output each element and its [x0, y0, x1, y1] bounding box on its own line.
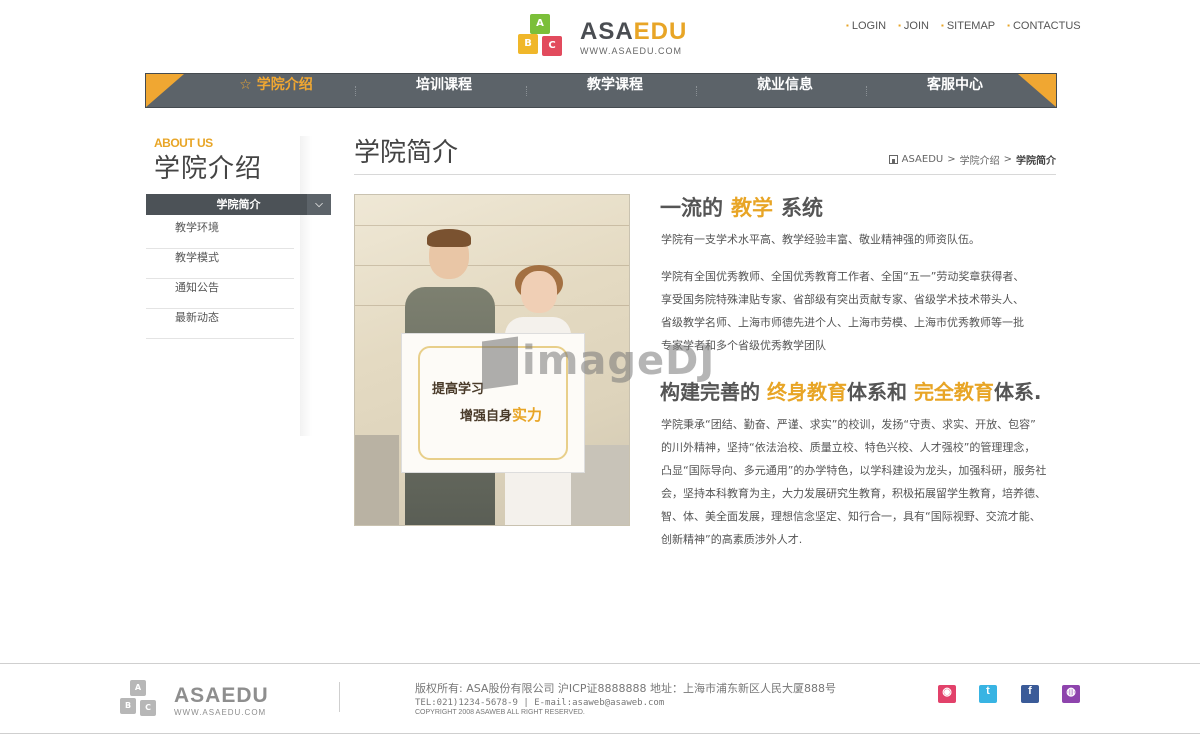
- facebook-icon[interactable]: f: [1021, 685, 1039, 703]
- section1-heading: 一流的 教学 系统: [660, 196, 823, 220]
- brand-url: WWW.ASAEDU.COM: [580, 46, 682, 56]
- weibo-icon[interactable]: ◉: [938, 685, 956, 703]
- sidebar-item-environment[interactable]: 教学环境: [146, 219, 294, 249]
- footer-url: WWW.ASAEDU.COM: [174, 708, 267, 717]
- sitemap-link[interactable]: SITEMAP: [941, 20, 995, 32]
- breadcrumb-current: 学院简介: [1016, 156, 1056, 167]
- top-links: LOGIN JOIN SITEMAP CONTACTUS: [846, 20, 1081, 32]
- nav-separator: [866, 86, 867, 96]
- login-link[interactable]: LOGIN: [846, 20, 886, 32]
- breadcrumb-section[interactable]: 学院介绍: [960, 152, 1000, 167]
- slogan-line-1: 提高学习: [432, 382, 485, 397]
- breadcrumb-home[interactable]: ASAEDU: [902, 154, 944, 165]
- cubes-icon: A B C: [516, 14, 574, 62]
- chevron-down-icon: ⌵: [307, 194, 331, 215]
- section2-heading: 构建完善的 终身教育体系和 完全教育体系.: [660, 380, 1042, 404]
- sidebar-item-label: 学院简介: [216, 198, 261, 211]
- join-link[interactable]: JOIN: [898, 20, 929, 32]
- sidebar-shadow: [300, 136, 312, 436]
- sidebar-item-intro[interactable]: 学院简介 ⌵: [146, 194, 331, 215]
- nav-separator: [696, 86, 697, 96]
- watermark-logo-icon: [482, 336, 518, 390]
- nav-item-about[interactable]: ☆ 学院介绍: [191, 74, 361, 107]
- contactus-link[interactable]: CONTACTUS: [1007, 20, 1081, 32]
- chat-icon[interactable]: ◍: [1062, 685, 1080, 703]
- nav-item-courses[interactable]: 教学课程: [530, 74, 700, 107]
- footer-copyright: 版权所有: ASA股份有限公司 沪ICP证8888888 地址：上海市浦东新区人…: [415, 682, 836, 695]
- breadcrumb-separator: >: [1003, 154, 1012, 165]
- nav-item-service[interactable]: 客服中心: [870, 74, 1040, 107]
- twitter-icon[interactable]: t: [979, 685, 997, 703]
- footer-info: 版权所有: ASA股份有限公司 沪ICP证8888888 地址：上海市浦东新区人…: [415, 680, 836, 716]
- cube-c: C: [542, 36, 562, 56]
- footer-rights: COPYRIGHT 2008 ASAWEB ALL RIGHT RESERVED…: [415, 709, 585, 716]
- nav-item-jobs[interactable]: 就业信息: [700, 74, 870, 107]
- section1-intro: 学院有一支学术水平高、教学经验丰富、敬业精神强的师资队伍。: [661, 233, 980, 246]
- sidebar-item-notice[interactable]: 通知公告: [146, 279, 294, 309]
- footer-brand: ASAEDU: [174, 684, 269, 707]
- section1-body: 学院有全国优秀教师、全国优秀教育工作者、全国“五一”劳动奖章获得者、 享受国务院…: [661, 270, 1025, 352]
- sidebar-list: 教学环境 教学模式 通知公告 最新动态: [146, 219, 294, 339]
- nav-item-training[interactable]: 培训课程: [359, 74, 529, 107]
- page-title: 学院简介: [354, 138, 459, 168]
- main-nav: ☆ 学院介绍 培训课程 教学课程 就业信息 客服中心: [145, 73, 1057, 108]
- sidebar-item-news[interactable]: 最新动态: [146, 309, 294, 339]
- title-divider: [354, 174, 1056, 175]
- building-left: [355, 435, 399, 525]
- nav-separator: [526, 86, 527, 96]
- cube-a: A: [530, 14, 550, 34]
- breadcrumb-separator: >: [947, 154, 956, 165]
- footer: A B C ASAEDU WWW.ASAEDU.COM 版权所有: ASA股份有…: [0, 663, 1200, 734]
- footer-contact: TEL:021)1234-5678-9 | E-mail:asaweb@asaw…: [415, 698, 665, 708]
- footer-divider: [339, 682, 340, 712]
- breadcrumb: ASAEDU > 学院介绍 > 学院简介: [888, 152, 1056, 167]
- cube-b: B: [518, 34, 538, 54]
- sidebar-item-mode[interactable]: 教学模式: [146, 249, 294, 279]
- brand-name: ASAEDU: [580, 18, 688, 45]
- watermark: imageDJ: [482, 336, 715, 390]
- section2-body: 学院秉承“团结、勤奋、严谨、求实”的校训，发扬“守责、求实、开放、包容” 的川外…: [661, 418, 1047, 546]
- footer-logo[interactable]: A B C ASAEDU WWW.ASAEDU.COM: [120, 680, 270, 720]
- nav-separator: [355, 86, 356, 96]
- cubes-icon: A B C: [120, 680, 168, 720]
- slogan-line-2: 增强自身实力: [460, 406, 543, 424]
- sidebar-title: 学院介绍: [154, 154, 263, 184]
- home-icon: [888, 155, 898, 164]
- site-logo[interactable]: A B C ASAEDU WWW.ASAEDU.COM: [516, 14, 696, 62]
